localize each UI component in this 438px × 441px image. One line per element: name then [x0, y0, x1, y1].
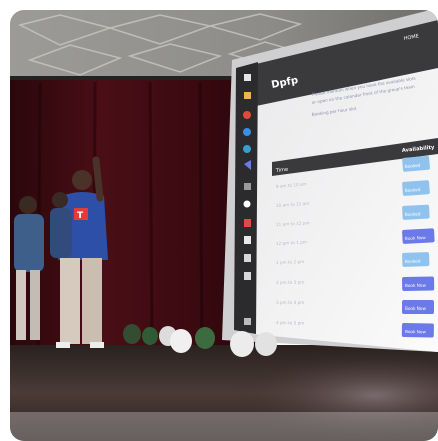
row-status-label: Booked — [405, 258, 421, 264]
presenter-badge: T — [77, 211, 84, 221]
row-time: 1 pm to 2 pm — [276, 259, 305, 265]
row-time: 3 pm to 4 pm — [276, 300, 304, 305]
row-status-label: Booked — [405, 211, 421, 217]
row-status-label: Book Now — [405, 306, 426, 311]
row-time: 4 pm to 5 pm — [276, 320, 304, 325]
row-status-label: Book Now — [405, 283, 427, 288]
row-status-label: Book Now — [405, 329, 427, 334]
event-photo: HOME Dpfp Please mention when you have t… — [0, 0, 438, 441]
row-time: 2 pm to 3 pm — [276, 280, 304, 285]
screen-taskbar — [234, 62, 258, 334]
